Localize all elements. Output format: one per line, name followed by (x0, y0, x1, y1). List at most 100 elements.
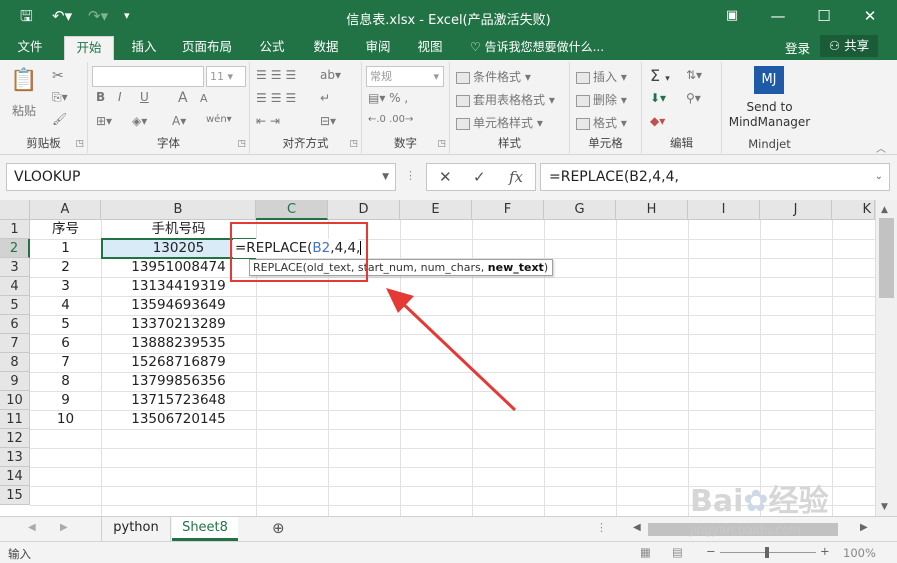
expand-formula-icon[interactable]: ⌄ (875, 164, 883, 190)
dialog-launcher-icon[interactable]: ◳ (75, 139, 84, 149)
zoom-slider-thumb[interactable] (765, 547, 769, 558)
send-to-line2[interactable]: MindManager (722, 115, 817, 129)
next-sheet-icon[interactable]: ▶ (60, 522, 68, 533)
paste-button[interactable]: 粘贴 (12, 102, 36, 119)
maximize-icon[interactable]: ☐ (808, 5, 840, 27)
mindmanager-icon[interactable]: MJ (754, 66, 784, 94)
tab-page-layout[interactable]: 页面布局 (174, 36, 240, 60)
wrap-text-icon[interactable]: ↵ (320, 91, 330, 105)
cancel-icon[interactable]: ✕ (439, 168, 452, 186)
enter-icon[interactable]: ✓ (473, 168, 486, 186)
scroll-up-icon[interactable]: ▲ (881, 205, 888, 215)
resize-dots-icon[interactable]: ⋮ (405, 169, 416, 182)
font-color-icon[interactable]: A▾ (172, 114, 186, 128)
dialog-launcher-icon[interactable]: ◳ (437, 139, 446, 149)
dialog-launcher-icon[interactable]: ◳ (349, 139, 358, 149)
formula-input[interactable]: =REPLACE(B2,4,4, ⌄ (540, 163, 890, 191)
autosum-icon[interactable]: Σ ▾ (650, 66, 670, 85)
zoom-out-icon[interactable]: − (706, 544, 716, 558)
horizontal-align-icons[interactable]: ☰☰☰ (256, 91, 300, 105)
customize-qat-icon[interactable]: ▾ (124, 6, 130, 26)
tell-me-box[interactable]: ♡ 告诉我您想要做什么... (470, 38, 604, 55)
zoom-level[interactable]: 100% (843, 546, 876, 560)
split-handle-icon[interactable]: ⋮ (596, 521, 607, 534)
format-painter-icon[interactable]: 🖌 (52, 112, 67, 126)
redo-icon[interactable]: ↷▾ (88, 6, 108, 26)
prev-sheet-icon[interactable]: ◀ (28, 522, 36, 533)
vertical-align-icons[interactable]: ☰☰☰ (256, 68, 300, 82)
ribbon: 📋 粘贴 ✂ ⎘▾ 🖌 剪贴板 ◳ 11 ▾ B I U A A ⊞▾ ◈▾ A… (0, 60, 897, 155)
cut-icon[interactable]: ✂ (52, 68, 64, 84)
border-icon[interactable]: ⊞▾ (96, 114, 112, 128)
status-bar: 输入 ▦ ▤ − + 100% (0, 541, 897, 563)
number-format-select[interactable]: 常规 ▾ (366, 66, 444, 87)
scroll-down-icon[interactable]: ▼ (881, 502, 888, 512)
bold-button[interactable]: B (96, 90, 105, 104)
italic-button[interactable]: I (118, 90, 122, 104)
merge-icon[interactable]: ⊟▾ (320, 114, 336, 128)
font-name-select[interactable] (92, 66, 204, 87)
tab-home[interactable]: 开始 (64, 36, 114, 60)
clear-icon[interactable]: ◆▾ (650, 114, 665, 128)
format-as-table-button[interactable]: 套用表格格式 ▾ (456, 91, 555, 108)
fill-color-icon[interactable]: ◈▾ (132, 114, 147, 128)
font-grow-button[interactable]: A (178, 90, 188, 106)
undo-icon[interactable]: ↶▾ (52, 6, 72, 26)
tab-view[interactable]: 视图 (410, 36, 450, 60)
font-shrink-button[interactable]: A (200, 92, 208, 105)
indent-icons[interactable]: ⇤ ⇥ (256, 114, 280, 128)
orientation-icon[interactable]: ab▾ (320, 68, 341, 82)
tab-review[interactable]: 审阅 (358, 36, 398, 60)
formula-bar: VLOOKUP ▼ ⋮ ✕ ✓ fx =REPLACE(B2,4,4, ⌄ (0, 155, 897, 200)
format-cells-button[interactable]: 格式 ▾ (576, 114, 627, 131)
insert-cells-button[interactable]: 插入 ▾ (576, 68, 627, 85)
insert-function-icon[interactable]: fx (509, 168, 523, 186)
conditional-format-button[interactable]: 条件格式 ▾ (456, 68, 531, 85)
annotation-arrow (386, 288, 517, 412)
login-button[interactable]: 登录 (785, 38, 810, 57)
collapse-ribbon-icon[interactable]: ︿ (876, 140, 886, 155)
send-to-line1[interactable]: Send to (722, 100, 817, 114)
chevron-down-icon[interactable]: ▼ (382, 164, 389, 190)
ribbon-display-options-icon[interactable]: ▣ (716, 5, 748, 27)
phonetic-button[interactable]: wén▾ (206, 114, 232, 125)
minimize-icon[interactable]: — (762, 5, 794, 27)
font-size-select[interactable]: 11 ▾ (206, 66, 246, 87)
ribbon-tabs: 文件 开始 插入 页面布局 公式 数据 审阅 视图 ♡ 告诉我您想要做什么...… (0, 34, 897, 60)
font-label: 字体 (157, 136, 180, 150)
delete-cells-button[interactable]: 删除 ▾ (576, 91, 627, 108)
styles-label: 样式 (498, 136, 521, 150)
share-button[interactable]: ⚇ 共享 (820, 35, 878, 57)
tab-file[interactable]: 文件 (8, 36, 52, 60)
cells-label: 单元格 (588, 136, 623, 150)
sheet-tab-python[interactable]: python (101, 517, 171, 541)
zoom-in-icon[interactable]: + (820, 544, 830, 558)
scroll-thumb[interactable] (879, 218, 894, 298)
add-sheet-icon[interactable]: ⊕ (272, 519, 285, 537)
copy-icon[interactable]: ⎘▾ (52, 90, 68, 105)
page-layout-view-icon[interactable]: ▤ (672, 545, 683, 559)
styles-group: 条件格式 ▾ 套用表格格式 ▾ 单元格样式 ▾ 样式 (450, 62, 570, 153)
dialog-launcher-icon[interactable]: ◳ (237, 139, 246, 149)
normal-view-icon[interactable]: ▦ (640, 545, 651, 559)
tab-data[interactable]: 数据 (306, 36, 346, 60)
find-select-icon[interactable]: ⚲▾ (686, 91, 701, 105)
sheet-tab-sheet8[interactable]: Sheet8 (172, 517, 238, 541)
tab-formulas[interactable]: 公式 (252, 36, 292, 60)
underline-button[interactable]: U (140, 90, 149, 104)
user-icon: ⚇ (828, 38, 845, 53)
tab-insert[interactable]: 插入 (124, 36, 164, 60)
save-icon[interactable]: 🖫 (20, 6, 33, 26)
sort-filter-icon[interactable]: ⇅▾ (686, 68, 702, 82)
clipboard-icon[interactable]: 📋 (10, 68, 37, 93)
scroll-left-icon[interactable]: ◀ (633, 522, 641, 533)
scroll-right-icon[interactable]: ▶ (860, 522, 868, 533)
close-icon[interactable]: ✕ (854, 5, 886, 27)
worksheet-grid[interactable]: A B C D E F G H I J K 1 2 3 4 5 6 7 8 9 … (0, 200, 897, 516)
accounting-format-icon[interactable]: ▤▾ % , (368, 91, 408, 105)
fill-icon[interactable]: ⬇▾ (650, 91, 666, 105)
cell-styles-button[interactable]: 单元格样式 ▾ (456, 114, 543, 131)
vertical-scrollbar[interactable]: ▲ ▼ (875, 200, 897, 516)
name-box[interactable]: VLOOKUP ▼ (6, 163, 396, 191)
decimal-icons[interactable]: ←.0 .00→ (368, 114, 413, 125)
